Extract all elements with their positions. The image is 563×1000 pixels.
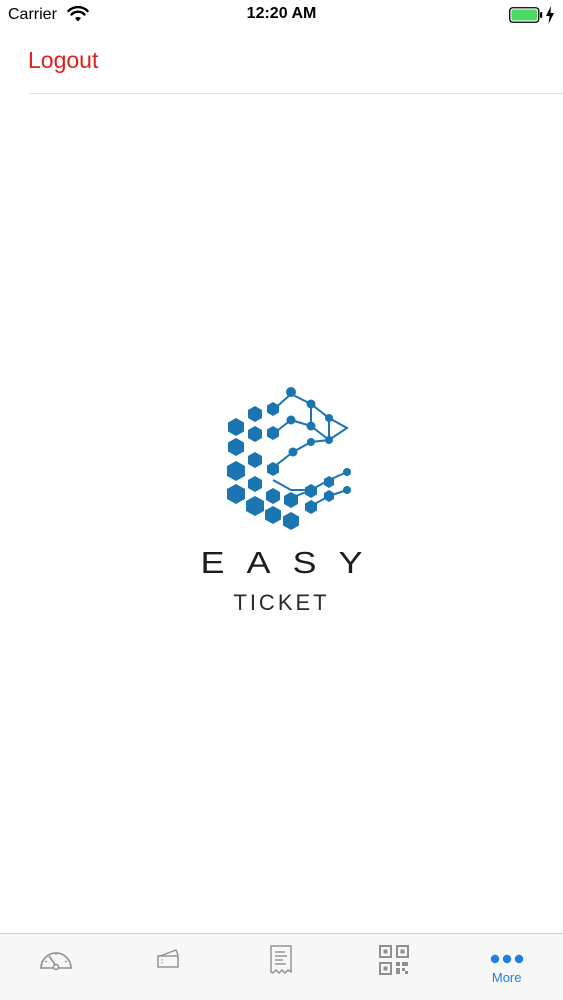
logo-subtitle-text: TICKET (233, 590, 330, 615)
tab-bar: More (0, 933, 563, 1000)
easy-ticket-logo-icon (227, 387, 351, 530)
qr-code-icon (379, 945, 410, 975)
receipt-icon (270, 945, 293, 974)
battery-icon (509, 7, 543, 23)
app-screen: Carrier 12:20 AM Logout EASY TICKET More (0, 0, 563, 1000)
logout-button[interactable]: Logout (28, 47, 98, 74)
tab-dashboard[interactable] (0, 934, 113, 1000)
header-divider (28, 93, 563, 94)
logo-brand-text: EASY (200, 545, 385, 580)
charging-bolt-icon (546, 6, 554, 24)
status-bar: Carrier 12:20 AM (0, 0, 563, 30)
tab-receipts[interactable] (225, 934, 338, 1000)
tab-qr-scan[interactable] (338, 934, 451, 1000)
speedometer-icon (40, 952, 73, 971)
tab-more[interactable]: More (450, 934, 563, 1000)
clock-time: 12:20 AM (246, 5, 317, 22)
tab-more-label: More (491, 970, 522, 985)
more-icon (490, 954, 523, 964)
tab-tickets[interactable] (113, 934, 226, 1000)
tickets-icon (157, 949, 179, 968)
